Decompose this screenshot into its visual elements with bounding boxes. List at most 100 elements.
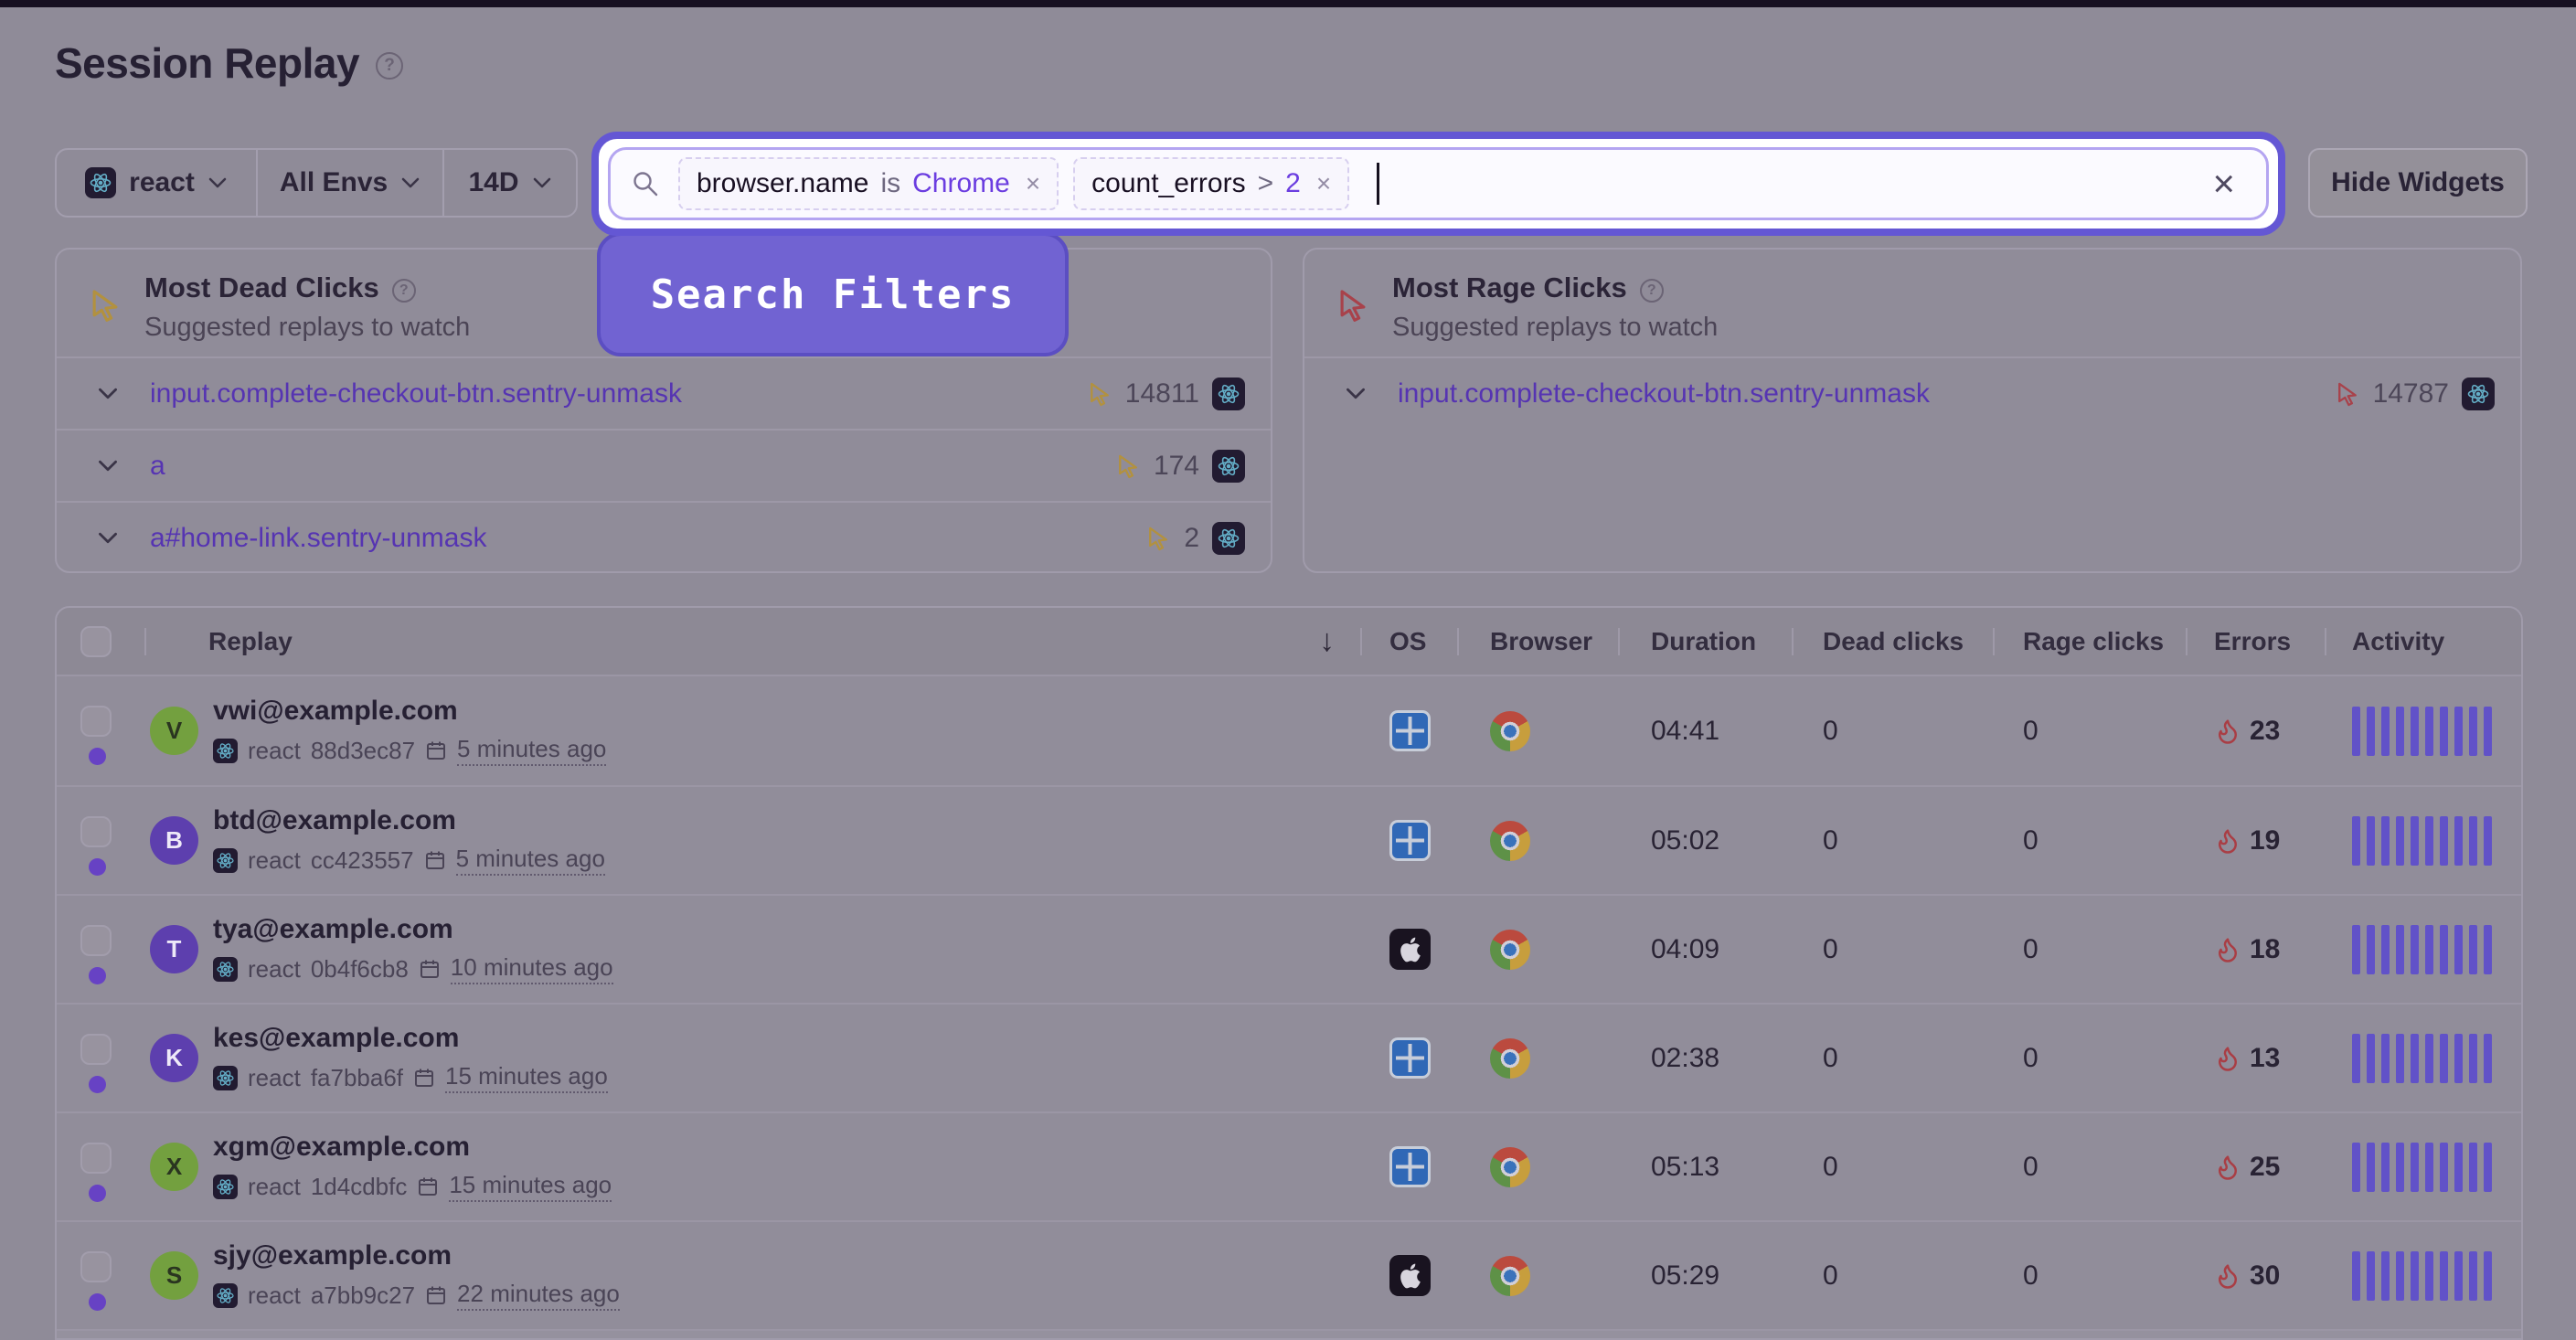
selector-link[interactable]: input.complete-checkout-btn.sentry-unmas… (150, 378, 1087, 409)
replay-age[interactable]: 15 minutes ago (449, 1171, 612, 1202)
replay-age[interactable]: 5 minutes ago (456, 845, 605, 876)
replay-table-row[interactable]: S sjy@example.com react a7bb9c27 (57, 1220, 2521, 1329)
column-header-errors[interactable]: Errors (2186, 608, 2325, 675)
rage-click-cursor-icon (1336, 288, 1370, 323)
search-input[interactable]: browser.name is Chrome × count_errors > … (608, 147, 2269, 220)
search-filter-chip[interactable]: count_errors > 2 × (1073, 157, 1349, 210)
dead-clicks-value: 0 (1823, 934, 1838, 965)
widget-row[interactable]: a 174 (57, 429, 1271, 501)
column-header-duration[interactable]: Duration (1618, 608, 1792, 675)
page-help-icon[interactable]: ? (376, 52, 403, 80)
widget-rows: input.complete-checkout-btn.sentry-unmas… (57, 356, 1271, 573)
chevron-down-icon[interactable] (97, 459, 119, 473)
replay-user-email-link[interactable]: kes@example.com (213, 1023, 608, 1054)
activity-bar (2440, 816, 2448, 866)
select-all-checkbox[interactable] (80, 626, 112, 657)
errors-value: 19 (2250, 825, 2280, 856)
row-checkbox[interactable] (80, 1034, 112, 1065)
chevron-down-icon[interactable] (97, 387, 119, 400)
widget-row[interactable]: input.complete-checkout-btn.sentry-unmas… (1304, 356, 2520, 429)
replay-user-email-link[interactable]: btd@example.com (213, 805, 605, 836)
search-spotlight: browser.name is Chrome × count_errors > … (591, 132, 2285, 236)
activity-bar (2352, 1143, 2360, 1192)
widget-row[interactable]: a#home-link.sentry-unmask 2 (57, 501, 1271, 573)
widget-help-icon[interactable]: ? (1640, 279, 1664, 303)
widget-subtitle: Suggested replays to watch (144, 313, 470, 343)
os-cell (1360, 1222, 1457, 1329)
activity-bar (2484, 1251, 2492, 1301)
fire-icon (2214, 1045, 2241, 1072)
column-header-os[interactable]: OS (1360, 608, 1457, 675)
replay-table-row[interactable]: K kes@example.com react fa7bba6f (57, 1003, 2521, 1111)
fire-icon (2214, 1262, 2241, 1290)
activity-bar (2411, 816, 2419, 866)
replay-table-row[interactable]: B btd@example.com react cc423557 (57, 785, 2521, 894)
project-dropdown[interactable]: react (57, 150, 256, 216)
avatar: B (150, 816, 198, 865)
replay-age[interactable]: 5 minutes ago (457, 735, 606, 766)
calendar-icon (425, 739, 447, 761)
replay-user-email-link[interactable]: xgm@example.com (213, 1132, 612, 1163)
hide-widgets-button[interactable]: Hide Widgets (2308, 148, 2528, 218)
rage-clicks-cell: 0 (1993, 896, 2186, 1003)
sort-descending-icon[interactable]: ↓ (1319, 623, 1335, 659)
search-clear-button[interactable]: × (2212, 165, 2235, 203)
column-header-dead-clicks[interactable]: Dead clicks (1792, 608, 1993, 675)
page-header: Session Replay ? (55, 38, 403, 88)
replay-table-row[interactable]: X xgm@example.com react 1d4cdbfc (57, 1111, 2521, 1220)
widget-help-icon[interactable]: ? (392, 279, 416, 303)
activity-bar (2454, 816, 2463, 866)
duration-cell: 05:29 (1618, 1222, 1792, 1329)
replay-table-row[interactable]: V vwi@example.com react 88d3ec87 (57, 676, 2521, 785)
errors-cell: 25 (2186, 1113, 2325, 1220)
activity-bar (2469, 707, 2477, 756)
activity-bar (2381, 707, 2390, 756)
replay-id: 88d3ec87 (311, 737, 415, 765)
replay-user-email-link[interactable]: sjy@example.com (213, 1240, 620, 1271)
search-filter-chip[interactable]: browser.name is Chrome × (678, 157, 1059, 210)
replay-age[interactable]: 22 minutes ago (457, 1280, 620, 1311)
chevron-down-icon[interactable] (97, 531, 119, 545)
chip-remove-icon[interactable]: × (1316, 169, 1331, 198)
column-header-browser[interactable]: Browser (1457, 608, 1618, 675)
selector-link[interactable]: a (150, 451, 1115, 482)
date-range-dropdown[interactable]: 14D (442, 150, 576, 216)
react-project-icon (1212, 450, 1245, 483)
apple-os-icon (1389, 929, 1431, 970)
row-checkbox[interactable] (80, 816, 112, 847)
column-header-rage-clicks[interactable]: Rage clicks (1993, 608, 2186, 675)
activity-bar (2352, 1251, 2360, 1301)
select-all-cell (57, 608, 144, 675)
replay-table-row[interactable]: T tya@example.com react 0b4f6cb8 (57, 894, 2521, 1003)
replay-user-email-link[interactable]: vwi@example.com (213, 696, 606, 727)
row-checkbox[interactable] (80, 706, 112, 737)
selector-link[interactable]: input.complete-checkout-btn.sentry-unmas… (1398, 378, 2335, 409)
unread-indicator-dot (89, 748, 106, 765)
activity-sparkline (2352, 816, 2492, 866)
environment-dropdown[interactable]: All Envs (256, 150, 442, 216)
row-checkbox[interactable] (80, 1251, 112, 1282)
click-count: 174 (1154, 451, 1199, 482)
replay-user-email-link[interactable]: tya@example.com (213, 914, 613, 945)
replay-age[interactable]: 10 minutes ago (451, 953, 613, 984)
replay-age[interactable]: 15 minutes ago (445, 1062, 608, 1093)
activity-bar (2396, 707, 2404, 756)
most-rage-clicks-widget: Most Rage Clicks ? Suggested replays to … (1303, 248, 2522, 573)
row-checkbox[interactable] (80, 925, 112, 956)
widget-row[interactable]: input.complete-checkout-btn.sentry-unmas… (57, 356, 1271, 429)
react-project-icon (1212, 378, 1245, 410)
dead-clicks-cell: 0 (1792, 896, 1993, 1003)
avatar: V (150, 707, 198, 755)
dead-clicks-value: 0 (1823, 1043, 1838, 1074)
column-header-replay[interactable]: Replay ↓ (144, 608, 1360, 675)
widget-title: Most Rage Clicks (1392, 271, 1627, 304)
activity-sparkline (2352, 707, 2492, 756)
chip-remove-icon[interactable]: × (1026, 169, 1040, 198)
chrome-browser-icon (1490, 1147, 1530, 1187)
column-header-activity[interactable]: Activity (2325, 608, 2521, 675)
os-cell (1360, 1113, 1457, 1220)
click-cursor-icon (1087, 381, 1112, 407)
chevron-down-icon[interactable] (1345, 387, 1367, 400)
selector-link[interactable]: a#home-link.sentry-unmask (150, 523, 1145, 554)
row-checkbox[interactable] (80, 1143, 112, 1174)
